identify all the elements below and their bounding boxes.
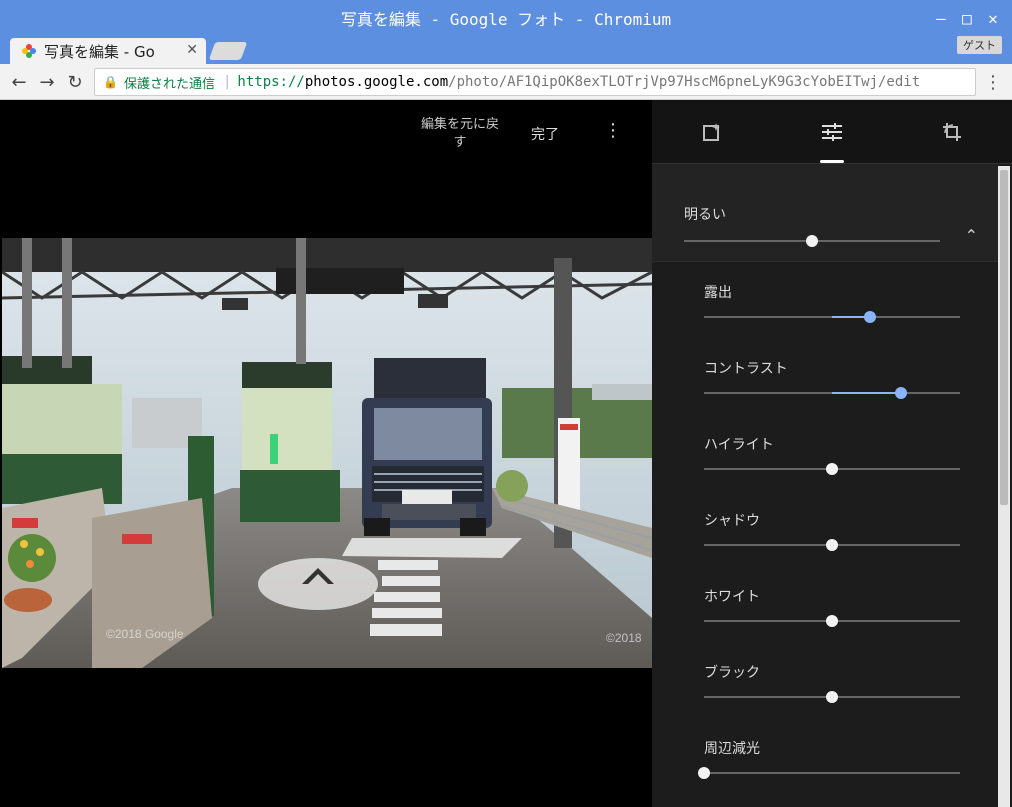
forward-arrow-icon[interactable]: →	[36, 71, 58, 93]
back-arrow-icon[interactable]: ←	[8, 71, 30, 93]
slider-fill	[832, 392, 902, 394]
url-host: photos.google.com	[304, 74, 449, 90]
adjustment-label: シャドウ	[704, 513, 760, 529]
maximize-icon[interactable]: □	[954, 7, 980, 29]
slider-thumb[interactable]	[826, 691, 838, 703]
undo-edits-button[interactable]: 編集を元に戻す	[420, 116, 500, 152]
done-button[interactable]: 完了	[531, 124, 559, 144]
secure-label[interactable]: 保護された通信	[124, 73, 215, 92]
slider-thumb[interactable]	[864, 311, 877, 323]
google-photos-favicon-icon	[22, 44, 36, 58]
photo-editor: 編集を元に戻す 完了 ⋮ ©2018 Google ©2018 明るい ⌃ 露出…	[0, 100, 1012, 807]
adjustment-label: 露出	[704, 285, 732, 301]
light-slider[interactable]	[684, 234, 940, 248]
lock-icon[interactable]: 🔒	[103, 75, 118, 89]
slider-thumb[interactable]	[826, 463, 838, 475]
auto-enhance-icon[interactable]	[700, 120, 724, 144]
slider-thumb[interactable]	[806, 235, 818, 247]
scrollbar-thumb[interactable]	[1000, 170, 1008, 505]
tab-close-icon[interactable]: ✕	[186, 42, 198, 58]
adjustment-slider[interactable]	[704, 538, 960, 552]
url-path: /photo/AF1QipOK8exTLOTrjVp97HscM6pneLyK9…	[448, 74, 921, 90]
tab-title: 写真を編集 - Go	[44, 42, 155, 61]
more-options-icon[interactable]: ⋮	[604, 120, 622, 141]
slider-thumb[interactable]	[698, 767, 710, 779]
photo-image: ©2018 Google ©2018	[2, 238, 652, 668]
slider-track	[704, 772, 960, 774]
divider: |	[222, 74, 232, 90]
photo-watermark-left: ©2018 Google	[106, 627, 184, 641]
slider-thumb[interactable]	[895, 387, 908, 399]
new-tab-button[interactable]	[208, 42, 248, 60]
slider-thumb[interactable]	[826, 615, 838, 627]
guest-badge[interactable]: ゲスト	[957, 36, 1002, 54]
close-icon[interactable]: ✕	[980, 7, 1006, 29]
adjustment-slider[interactable]	[704, 462, 960, 476]
light-section-header: 明るい ⌃	[652, 164, 998, 262]
window-title: 写真を編集 - Google フォト - Chromium	[340, 10, 672, 29]
adjustment-slider[interactable]	[704, 614, 960, 628]
edited-photo: ©2018 Google ©2018	[2, 238, 652, 668]
section-title: 明るい	[684, 207, 726, 223]
adjustment-slider[interactable]	[704, 690, 960, 704]
window-controls: — □ ✕	[928, 7, 1006, 29]
address-bar[interactable]: 🔒 保護された通信 | https://photos.google.com/ph…	[94, 68, 976, 96]
photo-watermark-right: ©2018	[606, 631, 642, 645]
url-scheme: https://	[237, 74, 305, 90]
adjustment-slider[interactable]	[704, 386, 960, 400]
browser-tab[interactable]: 写真を編集 - Go ✕	[10, 38, 206, 64]
adjustment-label: 周辺減光	[704, 741, 760, 757]
slider-thumb[interactable]	[826, 539, 838, 551]
crop-rotate-icon[interactable]	[940, 120, 964, 144]
browser-toolbar: ← → ↻ 🔒 保護された通信 | https://photos.google.…	[0, 64, 1012, 100]
selected-tab-indicator	[820, 160, 844, 163]
adjustment-label: コントラスト	[704, 361, 788, 377]
edit-panel-tabs	[652, 100, 1012, 164]
adjustment-slider[interactable]	[698, 766, 960, 780]
reload-icon[interactable]: ↻	[64, 71, 86, 93]
browser-menu-icon[interactable]: ⋮	[984, 72, 1002, 93]
adjustment-slider[interactable]	[704, 310, 960, 324]
adjustment-label: ブラック	[704, 665, 760, 681]
edit-panel: 明るい ⌃ 露出コントラスト ハイライトシャドウホワイトブラック周辺減光	[652, 100, 1012, 807]
editor-toolbar: 編集を元に戻す 完了 ⋮	[0, 100, 652, 160]
adjustment-label: ホワイト	[704, 589, 760, 605]
adjust-sliders-icon[interactable]	[820, 120, 844, 144]
window-titlebar: 写真を編集 - Google フォト - Chromium — □ ✕	[0, 0, 1012, 36]
tab-strip: 写真を編集 - Go ✕ ゲスト	[0, 36, 1012, 64]
panel-scrollbar[interactable]	[998, 166, 1010, 807]
collapse-chevron-up-icon[interactable]: ⌃	[965, 226, 978, 245]
adjustment-label: ハイライト	[704, 437, 774, 453]
minimize-icon[interactable]: —	[928, 7, 954, 29]
